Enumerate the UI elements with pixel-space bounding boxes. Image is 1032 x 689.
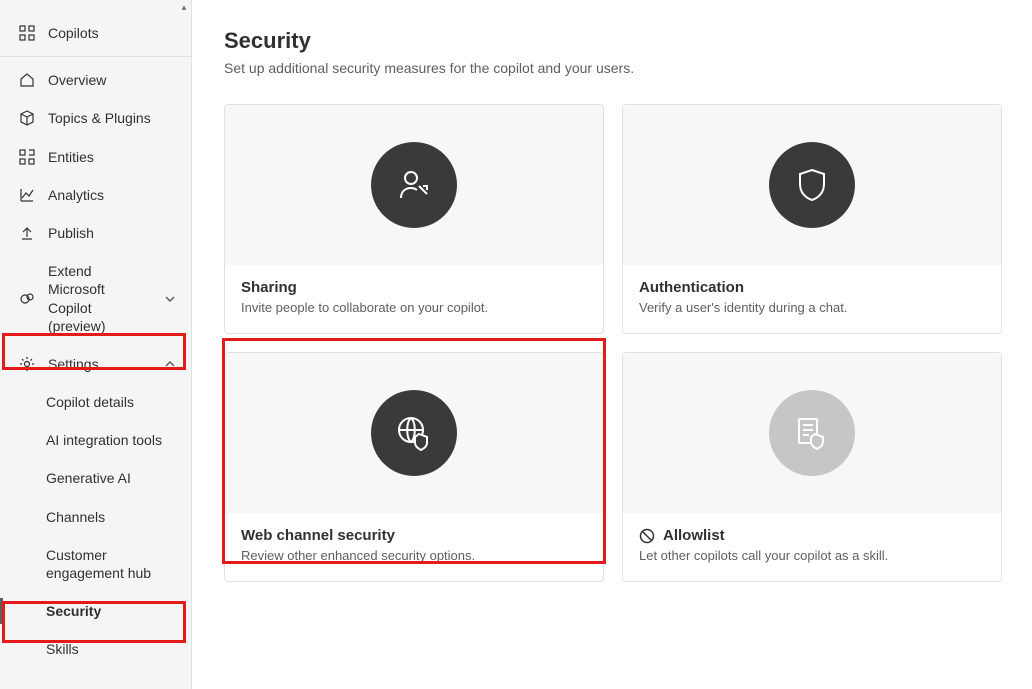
cards-grid: Sharing Invite people to collaborate on … xyxy=(224,104,1004,582)
scroll-up-icon[interactable]: ▴ xyxy=(177,0,191,14)
card-desc: Let other copilots call your copilot as … xyxy=(639,548,985,563)
sidebar-label: Overview xyxy=(48,71,177,89)
card-hero xyxy=(623,105,1001,265)
sidebar-label: Copilot details xyxy=(46,393,177,411)
sidebar-item-entities[interactable]: Entities xyxy=(0,138,191,176)
sidebar-label: Channels xyxy=(46,508,177,526)
box-icon xyxy=(18,109,36,127)
sidebar-label: Security xyxy=(46,602,177,620)
card-sharing[interactable]: Sharing Invite people to collaborate on … xyxy=(224,104,604,334)
sidebar-item-customer-hub[interactable]: Customer engagement hub xyxy=(0,536,191,592)
card-allowlist[interactable]: Allowlist Let other copilots call your c… xyxy=(622,352,1002,582)
sidebar-item-publish[interactable]: Publish xyxy=(0,214,191,252)
globe-shield-icon xyxy=(371,390,457,476)
sidebar-label: Entities xyxy=(48,148,177,166)
card-body: Web channel security Review other enhanc… xyxy=(225,513,603,581)
sidebar-label: Customer engagement hub xyxy=(46,546,177,582)
card-title: Sharing xyxy=(241,279,587,296)
sidebar-item-generative-ai[interactable]: Generative AI xyxy=(0,459,191,497)
page-subtitle: Set up additional security measures for … xyxy=(224,60,1004,76)
grid-icon xyxy=(18,24,36,42)
sidebar-item-security[interactable]: Security xyxy=(0,592,191,630)
sidebar-item-skills[interactable]: Skills xyxy=(0,630,191,668)
sidebar-label: Copilots xyxy=(48,24,177,42)
shield-icon xyxy=(769,142,855,228)
home-icon xyxy=(18,71,36,89)
card-body: Allowlist Let other copilots call your c… xyxy=(623,513,1001,581)
card-hero xyxy=(225,353,603,513)
card-hero xyxy=(225,105,603,265)
chart-icon xyxy=(18,186,36,204)
card-authentication[interactable]: Authentication Verify a user's identity … xyxy=(622,104,1002,334)
sidebar-label: Topics & Plugins xyxy=(48,109,177,127)
sidebar: ▴ Copilots Overview xyxy=(0,0,192,689)
main-content: Security Set up additional security meas… xyxy=(192,0,1032,689)
card-body: Authentication Verify a user's identity … xyxy=(623,265,1001,333)
sidebar-item-topics[interactable]: Topics & Plugins xyxy=(0,99,191,137)
divider xyxy=(0,56,191,57)
card-desc: Review other enhanced security options. xyxy=(241,548,587,563)
page-title: Security xyxy=(224,28,1004,54)
sidebar-item-channels[interactable]: Channels xyxy=(0,498,191,536)
card-title: Web channel security xyxy=(241,527,587,544)
entities-icon xyxy=(18,148,36,166)
sidebar-label: Publish xyxy=(48,224,177,242)
sidebar-label: Skills xyxy=(46,640,177,658)
sidebar-label: Generative AI xyxy=(46,469,177,487)
card-desc: Invite people to collaborate on your cop… xyxy=(241,300,587,315)
sidebar-label: AI integration tools xyxy=(46,431,177,449)
card-body: Sharing Invite people to collaborate on … xyxy=(225,265,603,333)
sidebar-label: Settings xyxy=(48,355,151,373)
sidebar-item-extend[interactable]: Extend Microsoft Copilot (preview) xyxy=(0,252,191,345)
sidebar-label: Analytics xyxy=(48,186,177,204)
sidebar-item-copilot-details[interactable]: Copilot details xyxy=(0,383,191,421)
sidebar-item-settings[interactable]: Settings xyxy=(0,345,191,383)
card-desc: Verify a user's identity during a chat. xyxy=(639,300,985,315)
chevron-down-icon xyxy=(163,292,177,306)
sidebar-item-overview[interactable]: Overview xyxy=(0,61,191,99)
card-title: Authentication xyxy=(639,279,985,296)
card-web-security[interactable]: Web channel security Review other enhanc… xyxy=(224,352,604,582)
sharing-icon xyxy=(371,142,457,228)
card-hero xyxy=(623,353,1001,513)
sidebar-item-copilots[interactable]: Copilots xyxy=(0,14,191,52)
copilot-icon xyxy=(18,290,36,308)
card-title-text: Allowlist xyxy=(663,527,725,544)
sidebar-label: Extend Microsoft Copilot (preview) xyxy=(48,262,151,335)
sidebar-item-ai-integration[interactable]: AI integration tools xyxy=(0,421,191,459)
card-title: Allowlist xyxy=(639,527,985,544)
chevron-up-icon xyxy=(163,357,177,371)
list-shield-icon xyxy=(769,390,855,476)
upload-icon xyxy=(18,224,36,242)
sidebar-item-analytics[interactable]: Analytics xyxy=(0,176,191,214)
blocked-icon xyxy=(639,528,655,544)
gear-icon xyxy=(18,355,36,373)
